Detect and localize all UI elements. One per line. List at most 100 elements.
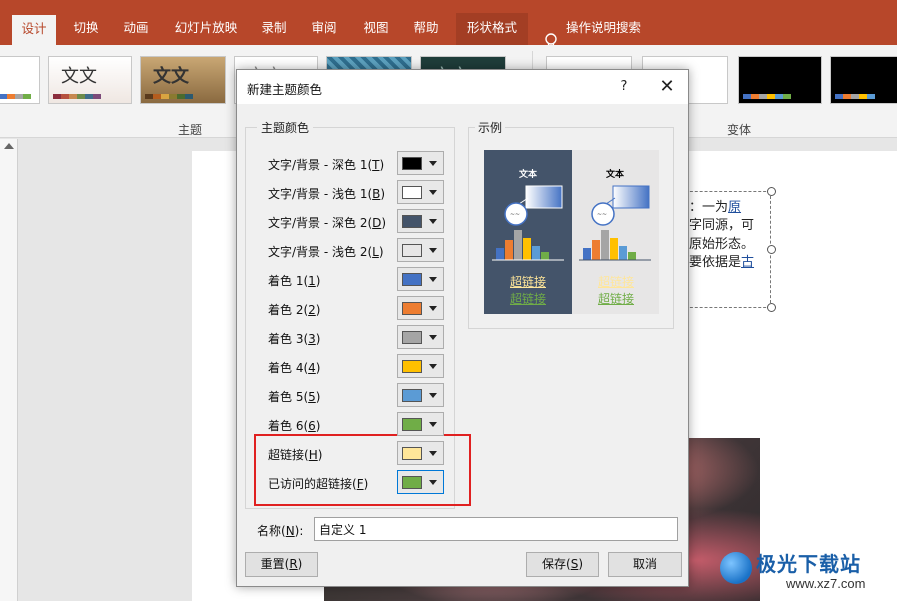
color-swatch (402, 476, 422, 489)
color-picker-text-bg-light-1[interactable] (397, 180, 444, 204)
color-picker-accent-2[interactable] (397, 296, 444, 320)
sample-text: 文本 (605, 170, 624, 180)
color-swatch (402, 186, 422, 199)
tab-shape-format[interactable]: 形状格式 (456, 13, 528, 45)
save-button[interactable]: 保存(S) (526, 552, 599, 577)
color-picker-followed-hyperlink[interactable] (397, 470, 444, 494)
theme-thumbnail[interactable]: 文文 (140, 56, 226, 104)
color-label-text-bg-dark-1: 文字/背景 - 深色 1(T) (268, 158, 385, 172)
watermark-logo-icon (720, 552, 752, 584)
resize-handle[interactable] (767, 187, 776, 196)
sample-text: 文本 (518, 170, 537, 180)
tab-animations[interactable]: 动画 (114, 13, 158, 45)
dialog-title-bar[interactable]: 新建主题颜色 ? ✕ (237, 70, 688, 104)
dropdown-arrow-icon (429, 422, 437, 427)
reset-button[interactable]: 重置(R) (245, 552, 318, 577)
svg-text:~~: ~~ (510, 211, 520, 218)
help-icon[interactable]: ? (613, 76, 635, 98)
color-swatch (402, 360, 422, 373)
color-label-accent-4: 着色 4(4) (268, 361, 321, 375)
color-swatch (402, 389, 422, 402)
window-title-bar (0, 0, 897, 13)
color-label-accent-3: 着色 3(3) (268, 332, 321, 346)
dropdown-arrow-icon (429, 364, 437, 369)
variant-thumbnail[interactable] (738, 56, 822, 104)
thumbnail-scrollbar[interactable] (0, 139, 18, 601)
tab-record[interactable]: 录制 (252, 13, 296, 45)
dropdown-arrow-icon (429, 190, 437, 195)
sample-dark-panel: 文本 ~~ 超链接 超链接 (484, 150, 572, 314)
color-swatch (402, 215, 422, 228)
tab-view[interactable]: 视图 (354, 13, 398, 45)
color-picker-text-bg-dark-2[interactable] (397, 209, 444, 233)
color-picker-accent-3[interactable] (397, 325, 444, 349)
color-picker-accent-4[interactable] (397, 354, 444, 378)
color-label-accent-5: 着色 5(5) (268, 390, 321, 404)
group-label-themes: 主题 (178, 123, 203, 137)
color-swatch (402, 331, 422, 344)
sample-bar-chart-icon (579, 230, 651, 261)
color-picker-accent-5[interactable] (397, 383, 444, 407)
theme-thumb-text: 文文 (61, 66, 97, 87)
color-label-followed-hyperlink: 已访问的超链接(F) (268, 477, 369, 491)
tab-help[interactable]: 帮助 (404, 13, 448, 45)
dropdown-arrow-icon (429, 277, 437, 282)
dropdown-arrow-icon (429, 335, 437, 340)
dropdown-arrow-icon (429, 393, 437, 398)
dropdown-arrow-icon (429, 219, 437, 224)
sample-hyperlink: 超链接 (597, 275, 634, 289)
theme-colors-group-label: 主题颜色 (257, 119, 314, 136)
color-label-accent-6: 着色 6(6) (268, 419, 321, 433)
dropdown-arrow-icon (429, 248, 437, 253)
color-label-text-bg-dark-2: 文字/背景 - 深色 2(D) (268, 216, 387, 230)
color-picker-text-bg-light-2[interactable] (397, 238, 444, 262)
theme-thumb-text: 文文 (153, 66, 189, 87)
dialog-title: 新建主题颜色 (247, 82, 323, 97)
site-watermark: 极光下载站 www.xz7.com (720, 548, 895, 596)
theme-thumbnail[interactable]: 文文 (48, 56, 132, 104)
color-swatch (402, 273, 422, 286)
variant-thumbnail[interactable] (830, 56, 897, 104)
color-label-accent-1: 着色 1(1) (268, 274, 321, 288)
sample-bar-chart-icon (492, 230, 564, 261)
color-swatch (402, 157, 422, 170)
color-picker-accent-1[interactable] (397, 267, 444, 291)
ribbon-tab-bar: 设计 切换 动画 幻灯片放映 录制 审阅 视图 帮助 形状格式 操作说明搜索 (0, 13, 897, 49)
watermark-title: 极光下载站 (756, 552, 861, 576)
theme-thumbnail[interactable] (0, 56, 40, 104)
resize-handle[interactable] (767, 303, 776, 312)
group-label-variants: 变体 (727, 123, 752, 137)
color-label-hyperlink: 超链接(H) (268, 448, 323, 462)
color-label-text-bg-light-2: 文字/背景 - 浅色 2(L) (268, 245, 384, 259)
selected-textbox[interactable] (685, 191, 771, 308)
scroll-up-icon[interactable] (4, 143, 14, 149)
tab-review[interactable]: 审阅 (302, 13, 346, 45)
sample-hyperlink: 超链接 (509, 275, 546, 289)
sample-visited-hyperlink: 超链接 (509, 292, 546, 306)
tab-transitions[interactable]: 切换 (64, 13, 108, 45)
sample-shapes-icon: ~~ (591, 185, 650, 226)
sample-group-label: 示例 (475, 119, 506, 136)
color-label-accent-2: 着色 2(2) (268, 303, 321, 317)
resize-handle[interactable] (767, 245, 776, 254)
color-picker-text-bg-dark-1[interactable] (397, 151, 444, 175)
tab-design[interactable]: 设计 (12, 15, 56, 45)
tell-me-search[interactable]: 操作说明搜索 (566, 13, 656, 45)
color-picker-hyperlink[interactable] (397, 441, 444, 465)
color-label-text-bg-light-1: 文字/背景 - 浅色 1(B) (268, 187, 386, 201)
tab-slideshow[interactable]: 幻灯片放映 (168, 13, 244, 45)
color-swatch (402, 447, 422, 460)
dropdown-arrow-icon (429, 480, 437, 485)
dropdown-arrow-icon (429, 451, 437, 456)
color-picker-accent-6[interactable] (397, 412, 444, 436)
watermark-url: www.xz7.com (786, 576, 866, 591)
name-label: 名称(N): (257, 524, 304, 538)
close-icon[interactable]: ✕ (654, 76, 680, 98)
sample-shapes-icon: ~~ (504, 185, 563, 226)
svg-text:~~: ~~ (597, 211, 607, 218)
theme-name-input[interactable] (314, 517, 678, 541)
new-theme-colors-dialog: 新建主题颜色 ? ✕ 主题颜色 示例 文本 ~~ 超链接 超链接 文本 ~~ 超… (236, 69, 689, 587)
cancel-button[interactable]: 取消 (608, 552, 682, 577)
dropdown-arrow-icon (429, 306, 437, 311)
sample-light-panel: 文本 ~~ 超链接 超链接 (572, 150, 659, 314)
